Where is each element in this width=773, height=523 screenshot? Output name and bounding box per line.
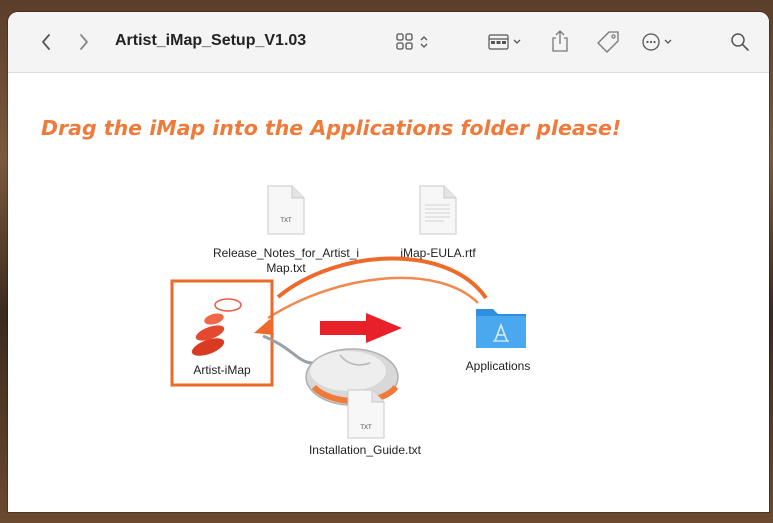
search-button[interactable] xyxy=(730,32,750,52)
ellipsis-circle-icon xyxy=(642,33,672,51)
group-by-button[interactable] xyxy=(488,32,528,52)
search-icon xyxy=(731,33,749,51)
file-label: Artist-iMap xyxy=(193,363,251,377)
applications-folder-icon xyxy=(476,309,526,348)
file-label: Applications xyxy=(465,359,531,373)
forward-button[interactable] xyxy=(74,32,94,52)
share-icon xyxy=(552,30,568,52)
file-label: Release_Notes_for_Artist_i Map.txt xyxy=(212,246,360,275)
file-label: Installation_Guide.txt xyxy=(308,443,422,457)
tag-button[interactable] xyxy=(596,30,620,54)
folder-content: Drag the iMap into the Applications fold… xyxy=(8,73,769,512)
view-switcher-button[interactable] xyxy=(396,32,436,52)
file-label: iMap-EULA.rtf xyxy=(400,246,476,260)
grid-view-icon xyxy=(396,33,428,50)
window-title: Artist_iMap_Setup_V1.03 xyxy=(115,32,307,49)
finder-window: Artist_iMap_Setup_V1.03 Drag the iMap in… xyxy=(8,12,769,512)
txt-badge: TXT xyxy=(280,218,292,224)
tag-icon xyxy=(597,31,619,53)
artist-imap-app-icon xyxy=(191,298,242,356)
group-by-icon xyxy=(488,34,521,50)
txt-badge: TXT xyxy=(360,425,372,431)
back-button[interactable] xyxy=(36,32,56,52)
chevron-left-icon xyxy=(42,34,50,50)
chevron-right-icon xyxy=(80,34,88,50)
toolbar: Artist_iMap_Setup_V1.03 xyxy=(8,12,769,73)
share-button[interactable] xyxy=(550,28,570,54)
rtf-document-icon xyxy=(419,185,457,235)
more-actions-button[interactable] xyxy=(642,32,682,52)
